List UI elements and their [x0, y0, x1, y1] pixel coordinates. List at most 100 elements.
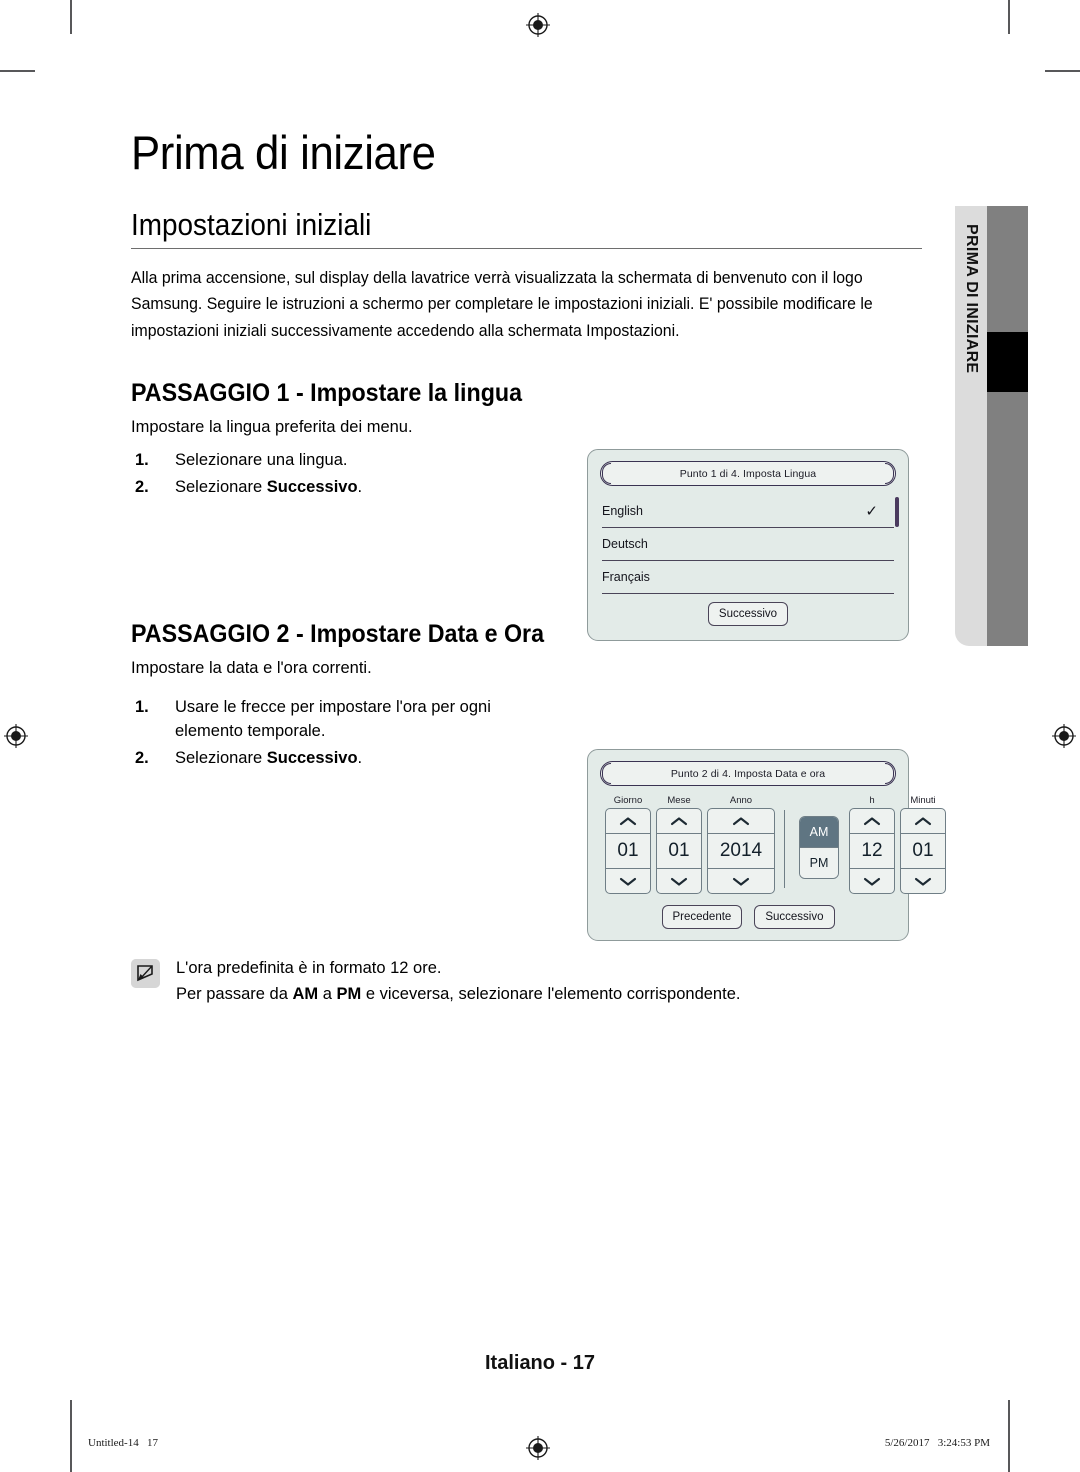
list-item-text: Selezionare una lingua.: [175, 450, 348, 469]
registration-mark-top: [525, 12, 551, 38]
chevron-up-icon[interactable]: [606, 809, 650, 833]
datetime-previous-button[interactable]: Precedente: [661, 905, 743, 929]
spinner-caption: h: [869, 795, 875, 806]
step1-title: PASSAGGIO 1 - Impostare la lingua: [131, 378, 523, 407]
list-item: 2. Selezionare Successivo.: [131, 747, 561, 771]
step1-subtitle: Impostare la lingua preferita dei menu.: [131, 417, 413, 436]
step2-list: 1. Usare le frecce per impostare l'ora pe…: [131, 696, 561, 771]
language-option-list: English ✓ Deutsch Français: [602, 495, 899, 594]
spinner-value: 12: [850, 833, 894, 869]
datetime-screen-buttons: Precedente Successivo: [588, 905, 908, 929]
chevron-up-icon[interactable]: [901, 809, 945, 833]
note-line-2: Per passare da AM a PM e viceversa, sele…: [176, 981, 831, 1007]
datetime-next-button[interactable]: Successivo: [754, 905, 835, 929]
language-screen-title-bar: Punto 1 di 4. Imposta Lingua: [600, 461, 896, 486]
crop-mark-bottom-left-vertical: [70, 1400, 72, 1472]
spinner-minuti[interactable]: 01: [900, 808, 946, 894]
chevron-up-icon[interactable]: [657, 809, 701, 833]
print-timestamp: 5/26/2017 3:24:53 PM: [884, 1437, 990, 1449]
spinner-group-mese: Mese 01: [656, 794, 702, 894]
note-icon: [131, 959, 160, 988]
language-option-label: Deutsch: [602, 537, 648, 551]
chevron-down-icon[interactable]: [657, 869, 701, 893]
spinner-anno[interactable]: 2014: [707, 808, 775, 894]
list-item-number: 2.: [135, 748, 149, 767]
list-item-suffix: .: [357, 748, 363, 767]
language-next-button[interactable]: Successivo: [707, 602, 789, 626]
list-item: 1. Selezionare una lingua.: [131, 449, 561, 473]
registration-mark-bottom: [525, 1435, 551, 1461]
language-option-english[interactable]: English ✓: [602, 495, 894, 528]
list-item-suffix: .: [357, 477, 363, 496]
chevron-down-icon[interactable]: [606, 869, 650, 893]
print-file-label: Untitled-14 17: [88, 1437, 158, 1449]
language-option-francais[interactable]: Français: [602, 561, 894, 594]
datetime-separator: [784, 810, 786, 888]
spinner-mese[interactable]: 01: [656, 808, 702, 894]
language-screen-title: Punto 1 di 4. Imposta Lingua: [679, 467, 817, 480]
registration-mark-left: [3, 723, 29, 749]
spinner-group-giorno: Giorno 01: [605, 794, 651, 894]
list-item-number: 1.: [135, 697, 149, 716]
spinner-value: 01: [901, 833, 945, 869]
meridiem-am-option[interactable]: AM: [800, 817, 838, 847]
note-block: L'ora predefinita è in formato 12 ore. P…: [131, 955, 831, 1008]
crop-mark-bottom-right-vertical: [1008, 1400, 1010, 1472]
registration-mark-right: [1051, 723, 1077, 749]
section-title: Impostazioni iniziali: [131, 206, 372, 242]
language-option-label: English: [602, 504, 643, 518]
chevron-down-icon[interactable]: [850, 869, 894, 893]
language-option-deutsch[interactable]: Deutsch: [602, 528, 894, 561]
list-item-text: Usare le frecce per impostare l'ora per …: [175, 697, 491, 740]
meridiem-toggle[interactable]: AM PM: [799, 816, 839, 879]
spinner-giorno[interactable]: 01: [605, 808, 651, 894]
note-am-emphasis: AM: [292, 985, 319, 1004]
language-list-scrollbar[interactable]: [895, 497, 899, 527]
side-tab-label: PRIMA DI INIZIARE: [963, 224, 980, 374]
datetime-screen-title-bar: Punto 2 di 4. Imposta Data e ora: [600, 761, 896, 786]
chevron-up-icon[interactable]: [850, 809, 894, 833]
spinner-group-anno: Anno 2014: [707, 794, 775, 894]
spinner-caption: Anno: [729, 795, 753, 806]
language-screen-illustration: Punto 1 di 4. Imposta Lingua English ✓ D…: [587, 449, 909, 641]
note-pm-emphasis: PM: [336, 985, 362, 1004]
meridiem-pm-option[interactable]: PM: [800, 847, 838, 878]
manual-page: PRIMA DI INIZIARE Prima di iniziare Impo…: [0, 0, 1080, 1472]
list-item-number: 1.: [135, 450, 149, 469]
intro-paragraph: Alla prima accensione, sul display della…: [131, 268, 873, 341]
note-line2-part1: Per passare da: [176, 985, 293, 1004]
side-tab-index-marker: [987, 332, 1028, 392]
spinner-value: 01: [657, 833, 701, 869]
meridiem-toggle-group: AM PM: [799, 816, 839, 879]
step2-subtitle: Impostare la data e l'ora correnti.: [131, 658, 372, 677]
crop-mark-top-left-vertical: [70, 0, 72, 34]
crop-mark-top-right-horizontal: [1045, 70, 1080, 72]
crop-mark-top-left-horizontal: [0, 70, 35, 72]
spinner-value: 2014: [708, 833, 774, 869]
spinner-group-minuti: Minuti 01: [900, 794, 946, 894]
language-option-label: Français: [602, 570, 650, 584]
list-item: 1. Usare le frecce per impostare l'ora pe…: [131, 696, 561, 744]
step1-list: 1. Selezionare una lingua. 2. Selezionare …: [131, 449, 561, 500]
spinner-value: 01: [606, 833, 650, 869]
note-line-1: L'ora predefinita è in formato 12 ore.: [176, 959, 442, 977]
chevron-up-icon[interactable]: [708, 809, 774, 833]
list-item-emphasis: Successivo: [266, 477, 358, 496]
spinner-caption: Mese: [667, 795, 691, 806]
section-divider: [131, 247, 922, 249]
spinner-ora[interactable]: 12: [849, 808, 895, 894]
section-heading-block: Impostazioni iniziali: [131, 206, 922, 249]
language-screen-buttons: Successivo: [588, 602, 908, 626]
datetime-screen-title: Punto 2 di 4. Imposta Data e ora: [670, 767, 826, 780]
spinner-caption: Minuti: [910, 795, 936, 806]
spinner-group-ora: h 12: [849, 794, 895, 894]
list-item-text: Selezionare: [175, 748, 267, 767]
chevron-down-icon[interactable]: [708, 869, 774, 893]
note-text: L'ora predefinita è in formato 12 ore. P…: [176, 955, 831, 1008]
note-line2-part2: a: [318, 985, 337, 1004]
datetime-screen-illustration: Punto 2 di 4. Imposta Data e ora Giorno …: [587, 749, 946, 941]
page-folio: Italiano - 17: [484, 1352, 596, 1374]
note-line2-part3: e viceversa, selezionare l'elemento corr…: [361, 985, 741, 1004]
chevron-down-icon[interactable]: [901, 869, 945, 893]
spinner-caption: Giorno: [613, 795, 643, 806]
